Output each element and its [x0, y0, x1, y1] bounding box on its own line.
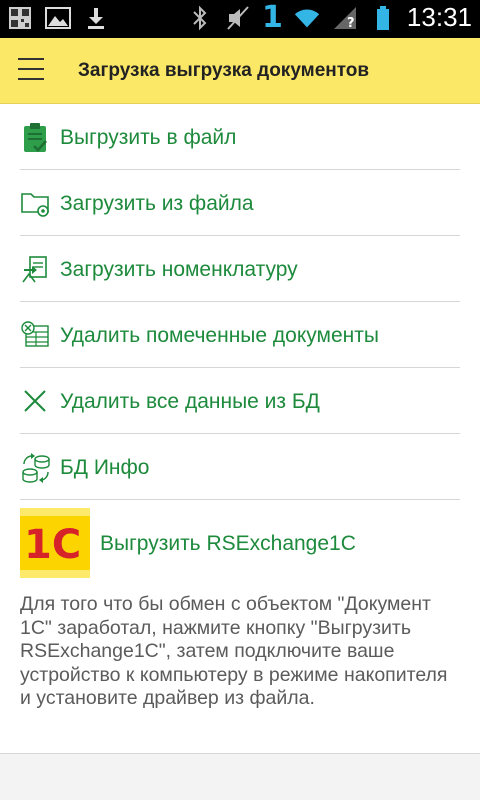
menu-item-import-nomenclature[interactable]: Загрузить номенклатуру [20, 236, 460, 302]
notification-icons [6, 4, 110, 32]
qr-code-icon [6, 4, 34, 32]
svg-text:?: ? [347, 16, 355, 31]
mute-icon [224, 4, 252, 32]
wifi-icon [293, 4, 321, 32]
action-menu: Выгрузить в файл Загрузить из файла Загр… [0, 104, 480, 500]
menu-item-label: БД Инфо [60, 456, 150, 479]
menu-item-import-from-file[interactable]: Загрузить из файла [20, 170, 460, 236]
menu-item-label: Загрузить из файла [60, 192, 254, 215]
system-icons: 1 ? 13:31 [186, 2, 472, 33]
signal-sim-indicator: 1 [262, 0, 283, 35]
clipboard-check-icon [20, 122, 50, 152]
menu-item-label: Удалить помеченные документы [60, 324, 379, 347]
table-delete-icon [20, 320, 50, 350]
menu-item-label: Выгрузить в файл [60, 126, 237, 149]
no-signal-icon: ? [331, 4, 359, 32]
clock: 13:31 [406, 2, 472, 32]
close-icon [20, 386, 50, 416]
page-title: Загрузка выгрузка документов [78, 60, 370, 81]
download-icon [82, 4, 110, 32]
menu-item-db-info[interactable]: БД Инфо [20, 434, 460, 500]
export-rsexchange-button[interactable]: 1С Выгрузить RSExchange1C [20, 508, 460, 580]
menu-item-label: Загрузить номенклатуру [60, 258, 298, 281]
app-header: Загрузка выгрузка документов [0, 38, 480, 104]
bottom-area [0, 754, 480, 800]
folder-gear-icon [20, 188, 50, 218]
database-sync-icon [20, 452, 50, 483]
export-label: Выгрузить RSExchange1C [100, 532, 356, 555]
menu-item-export-to-file[interactable]: Выгрузить в файл [20, 104, 460, 170]
menu-item-delete-marked[interactable]: Удалить помеченные документы [20, 302, 460, 368]
document-import-icon [20, 254, 50, 284]
battery-icon [369, 4, 397, 32]
image-icon [44, 4, 72, 32]
status-bar: 1 ? 13:31 [0, 0, 480, 38]
1c-logo: 1С [20, 508, 90, 578]
menu-item-delete-all-data[interactable]: Удалить все данные из БД [20, 368, 460, 434]
svg-text:1С: 1С [24, 522, 81, 568]
bluetooth-icon [186, 4, 214, 32]
hamburger-menu-icon[interactable] [18, 58, 50, 84]
menu-item-label: Удалить все данные из БД [60, 390, 320, 413]
info-text: Для того что бы обмен с объектом "Докуме… [20, 593, 448, 709]
